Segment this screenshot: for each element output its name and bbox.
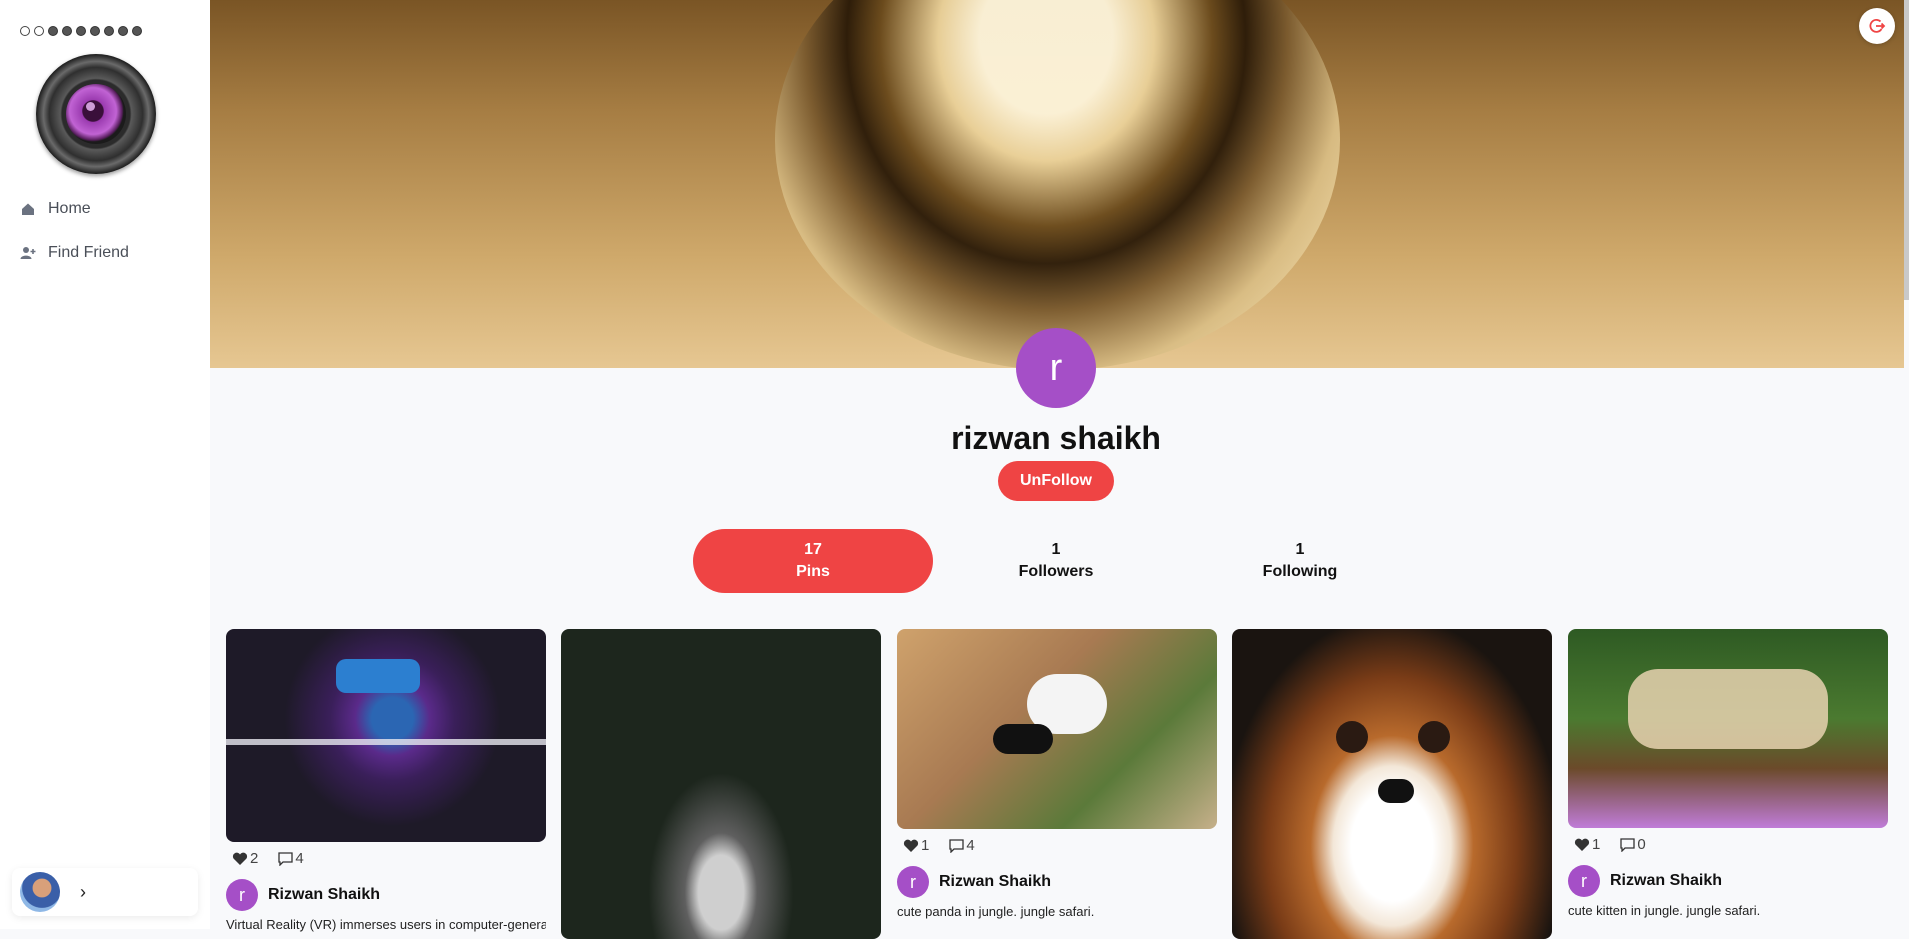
like-count[interactable]: 1 [1574,836,1600,853]
sidebar-item-label: Home [48,200,91,217]
pin-author[interactable]: r Rizwan Shaikh [226,879,546,911]
pin-card[interactable]: 1 4 r Rizwan Shaikh cute panda in jungle… [897,629,1217,919]
logout-button[interactable] [1859,8,1895,44]
cover-banner [210,0,1904,368]
stat-label: Followers [1018,563,1094,580]
like-count[interactable]: 2 [232,850,258,867]
pin-image-vr[interactable] [226,629,546,842]
comment-count[interactable]: 4 [949,837,975,854]
scrollbar[interactable] [1904,0,1909,300]
author-name: Rizwan Shaikh [939,873,1052,890]
pin-card[interactable]: 2 4 r Rizwan Shaikh Virtual Reality (VR)… [226,629,546,932]
pin-description: Virtual Reality (VR) immerses users in c… [226,917,546,932]
profile-avatar: r [1016,328,1096,408]
stat-value: 1 [1295,541,1305,558]
power-icon [1869,18,1886,33]
pin-image-tiger[interactable] [561,629,881,939]
pin-description: cute panda in jungle. jungle safari. [897,904,1095,919]
pin-image-panda[interactable] [897,629,1217,829]
stat-value: 17 [804,541,822,558]
pin-card[interactable] [561,629,881,939]
sidebar-item-label: Find Friend [48,244,129,261]
author-name: Rizwan Shaikh [268,886,381,903]
avatar [20,872,60,912]
pin-author[interactable]: r Rizwan Shaikh [1568,865,1888,897]
sidebar-item-find-friend[interactable]: Find Friend [20,244,129,262]
pin-card[interactable]: 1 0 r Rizwan Shaikh cute kitten in jungl… [1568,629,1888,918]
avatar: r [897,866,929,898]
stat-label: Following [1262,563,1338,580]
pin-image-puppy[interactable] [1232,629,1552,939]
unfollow-button[interactable]: UnFollow [998,461,1114,501]
heart-icon [1574,838,1590,851]
like-count[interactable]: 1 [903,837,929,854]
sidebar-item-home[interactable]: Home [20,200,91,218]
profile-name: rizwan shaikh [951,420,1161,456]
dots-decoration [20,26,142,36]
avatar: r [1568,865,1600,897]
cover-image-sphere [775,0,1340,368]
home-icon [22,203,34,215]
chevron-right-icon: › [80,881,86,902]
comment-icon [1620,837,1635,852]
add-user-icon [20,247,36,259]
camera-lens-logo[interactable] [36,54,156,174]
comment-icon [278,851,293,866]
pin-card[interactable] [1232,629,1552,939]
pin-description: cute kitten in jungle. jungle safari. [1568,903,1761,918]
avatar: r [226,879,258,911]
pin-image-kittens[interactable] [1568,629,1888,828]
heart-icon [903,839,919,852]
tab-following[interactable]: 1 Following [1180,529,1420,593]
stat-label: Pins [796,563,830,580]
comment-count[interactable]: 4 [278,850,304,867]
heart-icon [232,852,248,865]
author-name: Rizwan Shaikh [1610,872,1723,889]
sidebar: Home Find Friend › [0,0,210,929]
comment-count[interactable]: 0 [1620,836,1646,853]
comment-icon [949,838,964,853]
stat-value: 1 [1051,541,1061,558]
tab-followers[interactable]: 1 Followers [936,529,1176,593]
tab-pins[interactable]: 17 Pins [693,529,933,593]
current-user-chip[interactable]: › [12,868,198,916]
pin-author[interactable]: r Rizwan Shaikh [897,866,1217,898]
